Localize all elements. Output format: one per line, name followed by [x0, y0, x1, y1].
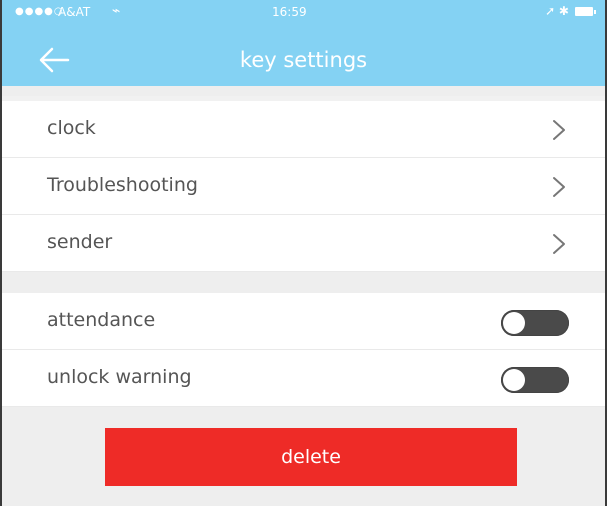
- settings-toggle-unlock-warning: unlock warning: [2, 350, 605, 407]
- toggle-knob: [503, 369, 525, 391]
- clock-label: clock: [47, 117, 96, 139]
- settings-item-sender[interactable]: sender: [2, 215, 605, 272]
- status-time: 16:59: [272, 5, 307, 19]
- chevron-right-icon: [551, 176, 567, 198]
- attendance-label: attendance: [47, 309, 156, 331]
- status-bar: ●●●●○ A&AT ⌁ 16:59 ➚ ✱: [2, 0, 605, 28]
- wifi-icon: ⌁: [112, 3, 121, 19]
- chevron-right-icon: [551, 119, 567, 141]
- chevron-right-icon: [551, 233, 567, 255]
- settings-toggle-attendance: attendance: [2, 293, 605, 350]
- settings-item-clock[interactable]: clock: [2, 101, 605, 158]
- delete-button[interactable]: delete: [105, 428, 517, 486]
- section-separator-middle: [2, 272, 605, 293]
- attendance-toggle[interactable]: [501, 310, 569, 336]
- battery-icon: [575, 7, 596, 16]
- unlock-warning-toggle[interactable]: [501, 367, 569, 393]
- sender-label: sender: [47, 231, 113, 253]
- unlock-warning-label: unlock warning: [47, 366, 192, 388]
- status-right-icons: ➚ ✱: [545, 4, 569, 18]
- settings-item-troubleshooting[interactable]: Troubleshooting: [2, 158, 605, 215]
- troubleshooting-label: Troubleshooting: [47, 174, 198, 196]
- page-title: key settings: [239, 48, 368, 72]
- carrier-name: A&AT: [58, 5, 91, 19]
- section-separator-top: [2, 86, 605, 96]
- app-frame: ●●●●○ A&AT ⌁ 16:59 ➚ ✱ key settings cloc…: [0, 0, 607, 506]
- signal-strength: ●●●●○: [15, 6, 64, 17]
- toggle-knob: [503, 312, 525, 334]
- app-header: ●●●●○ A&AT ⌁ 16:59 ➚ ✱ key settings: [2, 0, 605, 86]
